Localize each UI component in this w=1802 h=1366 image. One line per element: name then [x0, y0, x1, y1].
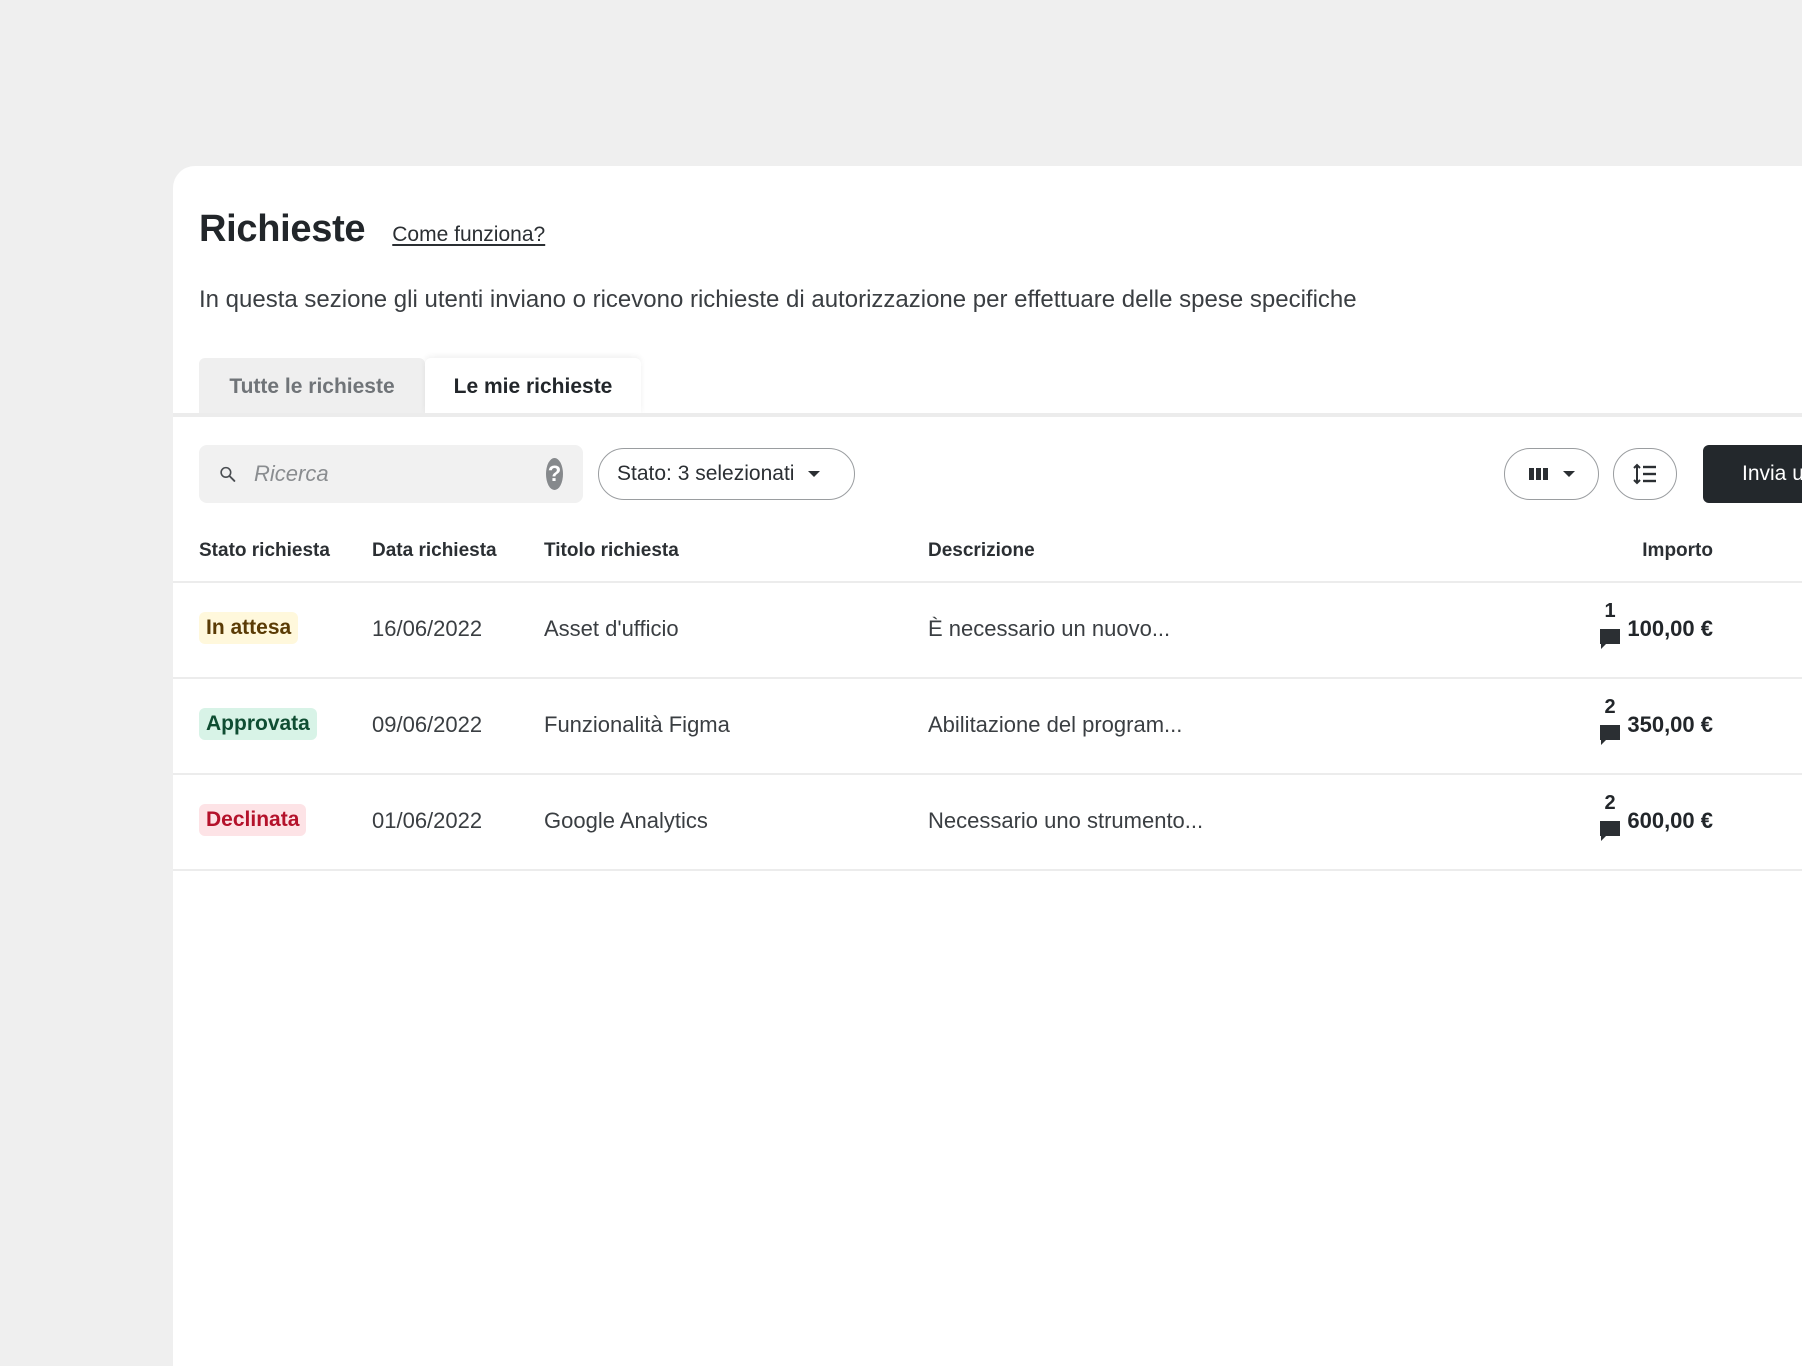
header-description[interactable]: Descrizione [928, 540, 1035, 562]
request-amount: 100,00 € [1627, 616, 1713, 641]
table-row[interactable]: Approvata 09/06/2022 Funzionalità Figma … [173, 679, 1802, 775]
title-row: Richieste Come funziona? [199, 208, 545, 251]
status-badge: Approvata [199, 708, 317, 740]
status-badge: Declinata [199, 804, 307, 836]
request-title: Asset d'ufficio [544, 616, 679, 641]
header-date[interactable]: Data richiesta [372, 540, 497, 562]
request-date: 09/06/2022 [372, 712, 483, 737]
search-input[interactable] [254, 461, 546, 487]
comments-indicator[interactable]: 2 [1595, 792, 1625, 843]
tab-my-requests[interactable]: Le mie richieste [425, 358, 641, 415]
page-title: Richieste [199, 208, 366, 250]
request-amount: 350,00 € [1627, 712, 1713, 737]
sort-icon [1633, 463, 1656, 485]
tab-all-requests[interactable]: Tutte le richieste [199, 358, 425, 415]
comment-count: 1 [1604, 600, 1616, 622]
requests-panel: Richieste Come funziona? In questa sezio… [173, 166, 1802, 1366]
how-it-works-link[interactable]: Come funziona? [392, 223, 545, 247]
request-date: 01/06/2022 [372, 808, 483, 833]
request-description: È necessario un nuovo... [928, 616, 1171, 641]
status-filter-label: Stato: 3 selezionati [617, 462, 795, 485]
comment-icon [1600, 821, 1620, 841]
request-date: 16/06/2022 [372, 616, 483, 641]
comment-icon [1600, 725, 1620, 745]
search-icon [220, 466, 236, 482]
header-status[interactable]: Stato richiesta [199, 540, 330, 562]
status-badge: In attesa [199, 612, 299, 644]
request-amount: 600,00 € [1627, 808, 1713, 833]
comments-indicator[interactable]: 2 [1595, 696, 1625, 747]
comment-count: 2 [1604, 792, 1616, 814]
tabs-divider [173, 413, 1802, 417]
header-amount[interactable]: Importo [1553, 540, 1713, 562]
requests-table: Stato richiesta Data richiesta Titolo ri… [173, 524, 1802, 871]
page-subtitle: In questa sezione gli utenti inviano o r… [199, 286, 1357, 313]
comment-icon [1600, 629, 1620, 649]
request-title: Google Analytics [544, 808, 708, 833]
send-request-button[interactable]: Invia u [1703, 445, 1802, 503]
table-row[interactable]: In attesa 16/06/2022 Asset d'ufficio È n… [173, 583, 1802, 679]
chevron-down-icon [1562, 471, 1575, 477]
comments-indicator[interactable]: 1 [1595, 600, 1625, 651]
tabs: Tutte le richieste Le mie richieste [199, 358, 641, 415]
sort-button[interactable] [1613, 448, 1677, 500]
columns-icon [1528, 468, 1548, 480]
help-icon[interactable]: ? [546, 458, 563, 490]
comment-count: 2 [1604, 696, 1616, 718]
header-title[interactable]: Titolo richiesta [544, 540, 679, 562]
table-row[interactable]: Declinata 01/06/2022 Google Analytics Ne… [173, 775, 1802, 871]
request-title: Funzionalità Figma [544, 712, 730, 737]
request-description: Abilitazione del program... [928, 712, 1183, 737]
columns-button[interactable] [1504, 448, 1599, 500]
request-description: Necessario uno strumento... [928, 808, 1204, 833]
status-filter-dropdown[interactable]: Stato: 3 selezionati [598, 448, 855, 500]
search-box[interactable]: ? [199, 445, 583, 503]
chevron-down-icon [808, 471, 821, 477]
table-header: Stato richiesta Data richiesta Titolo ri… [173, 524, 1802, 583]
